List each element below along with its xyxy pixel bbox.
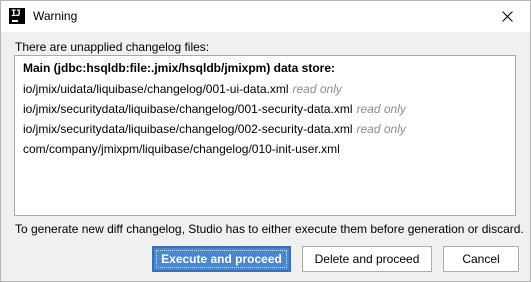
changelog-path: io/jmix/securitydata/liquibase/changelog… — [23, 102, 353, 116]
message-top: There are unapplied changelog files: — [15, 40, 210, 54]
execute-and-proceed-button[interactable]: Execute and proceed — [152, 246, 291, 272]
list-item: com/company/jmixpm/liquibase/changelog/0… — [23, 142, 344, 156]
close-icon — [502, 11, 513, 22]
close-button[interactable] — [484, 1, 530, 32]
list-header: Main (jdbc:hsqldb:file:.jmix/hsqldb/jmix… — [23, 61, 336, 75]
read-only-tag: read only — [356, 102, 406, 116]
list-item: io/jmix/uidata/liquibase/changelog/001-u… — [23, 82, 342, 96]
list-item: io/jmix/securitydata/liquibase/changelog… — [23, 102, 406, 116]
delete-and-proceed-button[interactable]: Delete and proceed — [302, 246, 432, 272]
message-bottom: To generate new diff changelog, Studio h… — [15, 222, 524, 236]
cancel-button[interactable]: Cancel — [443, 246, 519, 272]
title-bar: IJ Warning — [1, 1, 530, 32]
changelog-path: io/jmix/uidata/liquibase/changelog/001-u… — [23, 82, 289, 96]
warning-dialog: IJ Warning There are unapplied changelog… — [0, 0, 531, 282]
read-only-tag: read only — [356, 122, 406, 136]
intellij-idea-icon: IJ — [9, 8, 25, 24]
changelog-list[interactable]: Main (jdbc:hsqldb:file:.jmix/hsqldb/jmix… — [14, 55, 516, 216]
app-icon-text: IJ — [11, 9, 21, 19]
list-item: io/jmix/securitydata/liquibase/changelog… — [23, 122, 406, 136]
window-title: Warning — [33, 9, 78, 23]
changelog-path: com/company/jmixpm/liquibase/changelog/0… — [23, 142, 340, 156]
read-only-tag: read only — [292, 82, 342, 96]
changelog-path: io/jmix/securitydata/liquibase/changelog… — [23, 122, 353, 136]
